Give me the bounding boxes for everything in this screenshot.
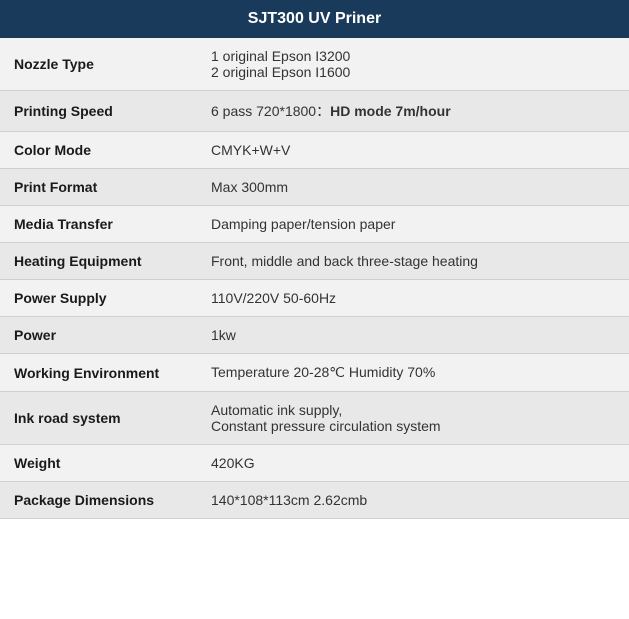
- spec-table: Nozzle Type1 original Epson I32002 origi…: [0, 38, 629, 519]
- row-label: Color Mode: [0, 132, 197, 169]
- row-value: 1kw: [197, 317, 629, 354]
- table-row: Printing Speed6 pass 720*1800：HD mode 7m…: [0, 91, 629, 132]
- row-value: Temperature 20-28℃ Humidity 70%: [197, 354, 629, 392]
- row-label: Heating Equipment: [0, 243, 197, 280]
- printing-speed-bold: HD mode 7m/hour: [330, 103, 451, 119]
- row-label: Printing Speed: [0, 91, 197, 132]
- table-row: Print FormatMax 300mm: [0, 169, 629, 206]
- row-label: Nozzle Type: [0, 38, 197, 91]
- row-label: Weight: [0, 445, 197, 482]
- row-value-line: Automatic ink supply,: [211, 402, 342, 418]
- row-label: Power Supply: [0, 280, 197, 317]
- row-value: 6 pass 720*1800：HD mode 7m/hour: [197, 91, 629, 132]
- row-label: Print Format: [0, 169, 197, 206]
- row-value: CMYK+W+V: [197, 132, 629, 169]
- row-label: Media Transfer: [0, 206, 197, 243]
- row-label: Package Dimensions: [0, 482, 197, 519]
- row-label: Power: [0, 317, 197, 354]
- row-value: Damping paper/tension paper: [197, 206, 629, 243]
- row-value-line: Constant pressure circulation system: [211, 418, 441, 434]
- row-value: Front, middle and back three-stage heati…: [197, 243, 629, 280]
- row-value-line: 1 original Epson I3200: [211, 48, 350, 64]
- row-value: Max 300mm: [197, 169, 629, 206]
- row-label: Ink road system: [0, 392, 197, 445]
- table-row: Media TransferDamping paper/tension pape…: [0, 206, 629, 243]
- header-title: SJT300 UV Priner: [248, 10, 381, 27]
- printing-speed-normal: 6 pass 720*1800：: [211, 103, 330, 119]
- table-row: Ink road systemAutomatic ink supply,Cons…: [0, 392, 629, 445]
- row-value: 140*108*113cm 2.62cmb: [197, 482, 629, 519]
- table-row: Heating EquipmentFront, middle and back …: [0, 243, 629, 280]
- row-value: 1 original Epson I32002 original Epson I…: [197, 38, 629, 91]
- row-value: 110V/220V 50-60Hz: [197, 280, 629, 317]
- spec-table-container: SJT300 UV Priner Nozzle Type1 original E…: [0, 0, 629, 519]
- table-body: Nozzle Type1 original Epson I32002 origi…: [0, 38, 629, 519]
- table-row: Working EnvironmentTemperature 20-28℃ Hu…: [0, 354, 629, 392]
- table-row: Weight420KG: [0, 445, 629, 482]
- table-row: Package Dimensions140*108*113cm 2.62cmb: [0, 482, 629, 519]
- row-value-line: 2 original Epson I1600: [211, 64, 350, 80]
- table-row: Color ModeCMYK+W+V: [0, 132, 629, 169]
- row-value: Automatic ink supply,Constant pressure c…: [197, 392, 629, 445]
- table-row: Nozzle Type1 original Epson I32002 origi…: [0, 38, 629, 91]
- row-label: Working Environment: [0, 354, 197, 392]
- table-row: Power Supply110V/220V 50-60Hz: [0, 280, 629, 317]
- table-row: Power1kw: [0, 317, 629, 354]
- table-header: SJT300 UV Priner: [0, 0, 629, 38]
- row-value: 420KG: [197, 445, 629, 482]
